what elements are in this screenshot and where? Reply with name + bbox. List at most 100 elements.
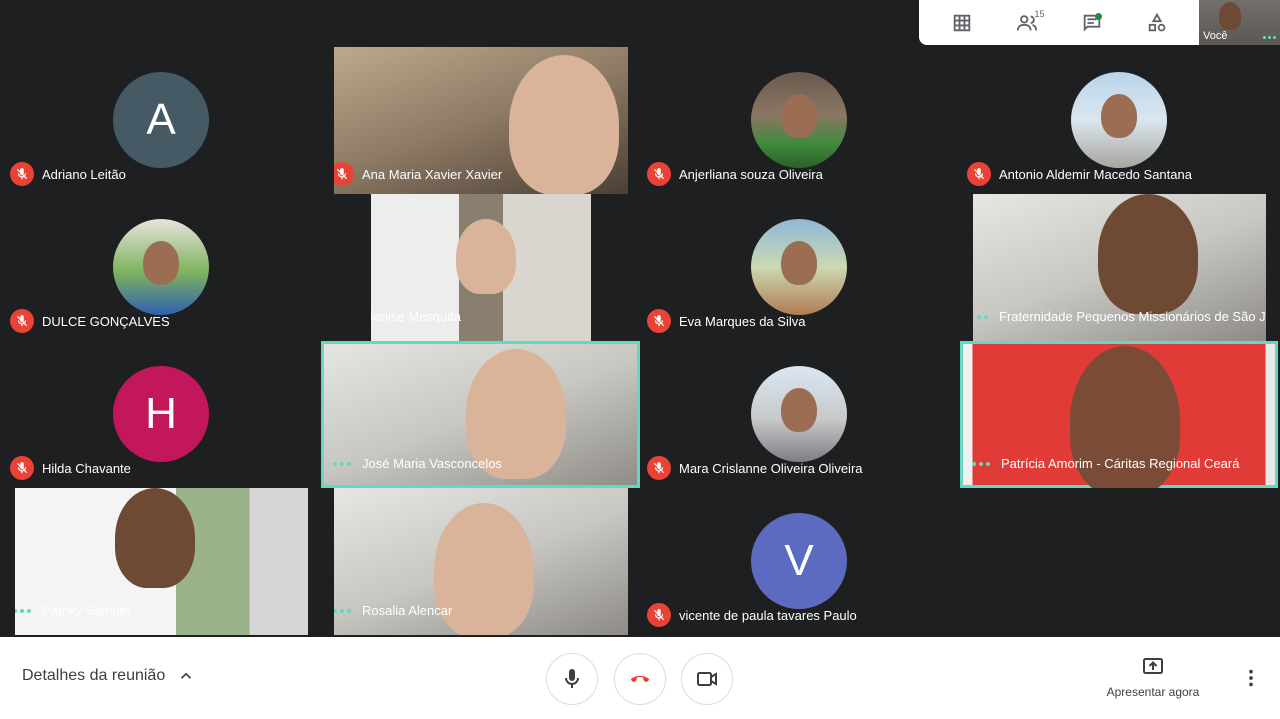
audio-level-icon	[973, 314, 991, 319]
participant-tile[interactable]: Patrícia Amorim - Cáritas Regional Ceará	[960, 341, 1278, 488]
mic-off-icon	[647, 603, 671, 627]
avatar	[751, 366, 847, 462]
avatar	[113, 219, 209, 315]
self-label: Você	[1203, 30, 1228, 42]
participant-tile[interactable]: V vicente de paula tavares Paulo	[640, 488, 960, 635]
participant-name: Mara Crislanne Oliveira Oliveira	[679, 460, 863, 476]
participant-tile[interactable]: Anjerliana souza Oliveira	[640, 47, 960, 194]
participant-name: Patrícia Amorim - Cáritas Regional Ceará	[1001, 456, 1240, 471]
chat-button[interactable]	[1074, 5, 1110, 41]
participant-name: Rosalia Alencar	[362, 603, 453, 618]
participant-nameplate: José Maria Vasconcelos	[330, 456, 502, 471]
participant-tile[interactable]: Elenise Mesquita	[371, 194, 591, 341]
camera-button[interactable]	[681, 653, 733, 705]
participant-nameplate: Fraternidade Pequenos Missionários de Sã…	[973, 309, 1266, 324]
mic-off-icon	[647, 162, 671, 186]
participant-name: Ana Maria Xavier Xavier	[362, 166, 503, 182]
participant-nameplate: Patrícia Amorim - Cáritas Regional Ceará	[969, 456, 1239, 471]
participant-nameplate: Adriano Leitão	[10, 162, 126, 186]
participant-tile[interactable]: José Maria Vasconcelos	[321, 341, 640, 488]
self-video	[1219, 2, 1241, 30]
shapes-icon	[1148, 12, 1165, 31]
avatar	[1071, 72, 1167, 168]
present-screen-icon	[1143, 658, 1163, 674]
participant-tile[interactable]: A Adriano Leitão	[0, 47, 320, 194]
participant-nameplate: Antonio Aldemir Macedo Santana	[967, 162, 1192, 186]
participants-button[interactable]: 15	[1009, 5, 1045, 41]
mic-off-icon	[334, 162, 354, 186]
participant-tile[interactable]: Rosalia Alencar	[334, 488, 628, 635]
avatar: V	[751, 513, 847, 609]
participant-name: Patriky Samuel	[42, 603, 130, 618]
bottom-control-bar: Detalhes da reunião Apresentar agora	[0, 637, 1280, 719]
participant-name: vicente de paula tavares Paulo	[679, 607, 857, 623]
microphone-icon	[565, 669, 579, 688]
avatar: A	[113, 72, 209, 168]
participant-name: Elenise Mesquita	[371, 309, 461, 324]
participant-video	[115, 488, 195, 588]
video-camera-icon	[697, 672, 717, 686]
microphone-button[interactable]	[546, 653, 598, 705]
participant-nameplate: Ana Maria Xavier Xavier	[334, 162, 502, 186]
participant-tile[interactable]: Fraternidade Pequenos Missionários de Sã…	[973, 194, 1266, 341]
participant-tile[interactable]: H Hilda Chavante	[0, 341, 320, 488]
participant-nameplate: Mara Crislanne Oliveira Oliveira	[647, 456, 863, 480]
audio-level-icon	[330, 461, 354, 466]
mic-off-icon	[647, 309, 671, 333]
leave-call-button[interactable]	[614, 653, 666, 705]
participant-name: Anjerliana souza Oliveira	[679, 166, 823, 182]
participant-tile[interactable]: Ana Maria Xavier Xavier	[334, 47, 628, 194]
avatar	[751, 219, 847, 315]
audio-level-icon	[1263, 36, 1276, 39]
mic-off-icon	[10, 309, 34, 333]
participant-count-badge: 15	[1034, 8, 1045, 19]
present-now-button[interactable]: Apresentar agora	[1093, 655, 1213, 699]
chevron-up-icon	[181, 672, 192, 679]
hang-up-icon	[631, 676, 649, 683]
meeting-toolbar: 15	[919, 0, 1199, 45]
participant-nameplate: Hilda Chavante	[10, 456, 131, 480]
participant-name: Hilda Chavante	[42, 460, 131, 476]
layout-grid-button[interactable]	[944, 5, 980, 41]
meeting-details-label: Detalhes da reunião	[22, 667, 166, 684]
participant-nameplate: Rosalia Alencar	[334, 603, 452, 618]
participant-video	[456, 219, 516, 294]
activities-button[interactable]	[1139, 5, 1175, 41]
participant-nameplate: Elenise Mesquita	[371, 309, 461, 324]
mic-off-icon	[10, 162, 34, 186]
participant-tile[interactable]: Eva Marques da Silva	[640, 194, 960, 341]
participant-name: Adriano Leitão	[42, 166, 126, 182]
more-options-button[interactable]	[1238, 665, 1264, 691]
participant-tile[interactable]: Patriky Samuel	[15, 488, 308, 635]
participant-tile[interactable]: Mara Crislanne Oliveira Oliveira	[640, 341, 960, 488]
meeting-details-button[interactable]: Detalhes da reunião	[22, 667, 195, 685]
participant-tile[interactable]: Antonio Aldemir Macedo Santana	[960, 47, 1280, 194]
unread-dot	[1094, 12, 1102, 20]
participant-nameplate: Anjerliana souza Oliveira	[647, 162, 823, 186]
avatar	[751, 72, 847, 168]
participant-name: DULCE GONÇALVES	[42, 313, 170, 329]
audio-level-icon	[334, 608, 354, 613]
participant-nameplate: Patriky Samuel	[15, 603, 129, 618]
more-vert-icon	[1249, 669, 1253, 687]
participant-nameplate: DULCE GONÇALVES	[10, 309, 170, 333]
audio-level-icon	[15, 608, 34, 613]
participant-name: Fraternidade Pequenos Missionários de Sã…	[999, 309, 1266, 324]
participant-tile[interactable]: DULCE GONÇALVES	[0, 194, 320, 341]
grid-icon	[953, 14, 970, 31]
participant-name: José Maria Vasconcelos	[362, 456, 502, 471]
participant-video	[1098, 194, 1198, 314]
mic-off-icon	[647, 456, 671, 480]
participant-video	[509, 55, 619, 194]
present-now-label: Apresentar agora	[1106, 685, 1200, 699]
participant-name: Antonio Aldemir Macedo Santana	[999, 166, 1192, 182]
participant-nameplate: Eva Marques da Silva	[647, 309, 805, 333]
self-view-tile[interactable]: Você	[1199, 0, 1280, 45]
mic-off-icon	[10, 456, 34, 480]
participant-grid: A Adriano Leitão Ana Maria Xavier Xavier…	[0, 0, 1280, 637]
avatar: H	[113, 366, 209, 462]
participant-name: Eva Marques da Silva	[679, 313, 806, 329]
participant-nameplate: vicente de paula tavares Paulo	[647, 603, 857, 627]
mic-off-icon	[967, 162, 991, 186]
audio-level-icon	[969, 461, 993, 466]
